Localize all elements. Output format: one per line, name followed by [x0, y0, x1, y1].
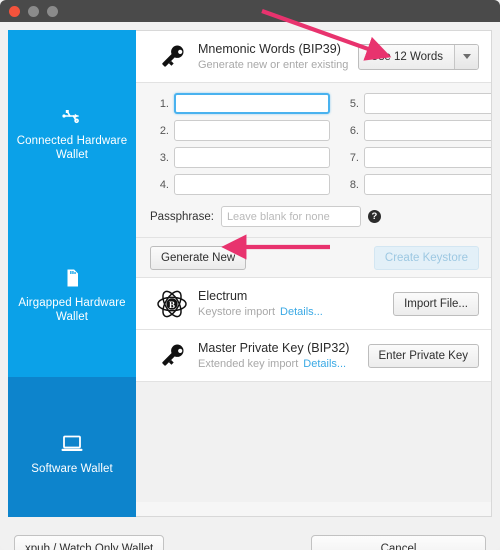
mnemonic-word-input-7[interactable]	[364, 147, 491, 168]
mnemonic-word-number: 8.	[349, 178, 359, 191]
mnemonic-word-number: 6.	[349, 124, 359, 137]
master-key-subtitle: Extended key import	[198, 357, 299, 370]
enter-private-key-button[interactable]: Enter Private Key	[367, 343, 479, 368]
window-body: Connected Hardware Wallet Airgapped Hardw…	[0, 22, 500, 550]
svg-text:B: B	[169, 300, 175, 310]
import-file-button[interactable]: Import File...	[393, 291, 479, 316]
electrum-text: Electrum Keystore import Details...	[194, 288, 393, 320]
master-key-details-link[interactable]: Details...	[303, 358, 346, 370]
sidebar-item-connected-hardware-wallet[interactable]: Connected Hardware Wallet	[8, 104, 136, 184]
mnemonic-word-number: 3.	[159, 151, 169, 164]
mnemonic-header-row: Mnemonic Words (BIP39) Generate new or e…	[136, 31, 491, 83]
word-count-split-button[interactable]: Use 12 Words	[358, 43, 479, 70]
electrum-details-link[interactable]: Details...	[280, 306, 323, 318]
passphrase-label: Passphrase:	[150, 210, 214, 223]
mnemonic-action-bar: Generate New Create Keystore	[136, 238, 491, 278]
mnemonic-word-number: 1.	[159, 97, 169, 110]
electrum-subtitle: Keystore import	[198, 305, 276, 318]
create-keystore-button[interactable]: Create Keystore	[373, 245, 479, 270]
mnemonic-word-number: 5.	[349, 97, 359, 110]
mnemonic-header-text: Mnemonic Words (BIP39) Generate new or e…	[194, 41, 358, 73]
usb-icon	[8, 104, 136, 128]
watch-only-wallet-button[interactable]: xpub / Watch Only Wallet	[14, 534, 165, 550]
sidebar-item-label: Connected Hardware Wallet	[16, 135, 128, 161]
master-key-title: Master Private Key (BIP32)	[198, 340, 350, 355]
sidebar-item-label: Software Wallet	[31, 463, 113, 475]
mnemonic-word-number: 2.	[159, 124, 169, 137]
mnemonic-word-number: 4.	[159, 178, 169, 191]
minimize-window-button[interactable]	[28, 5, 39, 17]
mnemonic-word-input-3[interactable]	[174, 147, 330, 168]
sd-card-icon	[8, 266, 136, 290]
mnemonic-word-number: 7.	[349, 151, 359, 164]
word-count-button[interactable]: Use 12 Words	[359, 45, 454, 69]
mnemonic-word-cell: 5.	[340, 93, 491, 114]
mnemonic-word-input-6[interactable]	[364, 120, 491, 141]
mnemonic-word-cell: 6.	[340, 120, 491, 141]
key-icon	[150, 40, 194, 74]
mnemonic-word-cell: 2.	[150, 120, 330, 141]
close-window-button[interactable]	[9, 5, 20, 17]
passphrase-row: Passphrase: ?	[150, 206, 479, 227]
mnemonic-word-cell: 1.	[150, 93, 330, 114]
mnemonic-word-cell: 4.	[150, 174, 330, 195]
electrum-title: Electrum	[198, 288, 248, 303]
mnemonic-word-input-1[interactable]	[174, 93, 330, 114]
keystore-source-panel: Mnemonic Words (BIP39) Generate new or e…	[136, 30, 492, 517]
chevron-down-icon	[462, 54, 471, 59]
sidebar-item-label: Airgapped Hardware Wallet	[18, 297, 126, 323]
master-private-key-row: Master Private Key (BIP32) Extended key …	[136, 330, 491, 382]
mnemonic-word-input-4[interactable]	[174, 174, 330, 195]
generate-new-button[interactable]: Generate New	[150, 245, 247, 270]
help-icon[interactable]: ?	[367, 210, 381, 223]
mnemonic-word-cell: 7.	[340, 147, 491, 168]
sidebar-item-airgapped-hardware-wallet[interactable]: Airgapped Hardware Wallet	[8, 266, 136, 346]
word-count-dropdown-toggle[interactable]	[454, 44, 478, 69]
app-window: Connected Hardware Wallet Airgapped Hardw…	[0, 0, 500, 550]
wallet-type-sidebar: Connected Hardware Wallet Airgapped Hardw…	[8, 30, 136, 517]
mnemonic-title: Mnemonic Words (BIP39)	[198, 41, 341, 56]
mnemonic-word-grid: 1.5.9.2.6.10.3.7.11.4.8.12.	[150, 93, 491, 195]
mnemonic-subtitle: Generate new or enter existing	[198, 58, 349, 71]
dialog-footer: xpub / Watch Only Wallet Cancel	[0, 525, 500, 550]
master-key-text: Master Private Key (BIP32) Extended key …	[194, 340, 368, 372]
electrum-subtitle-wrap: Keystore import Details...	[198, 305, 393, 320]
atom-bitcoin-icon: B	[150, 287, 194, 321]
window-titlebar	[0, 0, 500, 22]
sidebar-item-software-wallet[interactable]: Software Wallet	[8, 377, 136, 517]
maximize-window-button[interactable]	[47, 5, 58, 17]
cancel-button[interactable]: Cancel	[311, 534, 486, 550]
electrum-row: B Electrum Keystore import Details... Imp…	[136, 278, 491, 330]
mnemonic-word-input-5[interactable]	[364, 93, 491, 114]
mnemonic-words-area: 1.5.9.2.6.10.3.7.11.4.8.12. Passphrase: …	[136, 83, 491, 238]
mnemonic-word-cell: 3.	[150, 147, 330, 168]
panel-empty-space	[136, 382, 491, 502]
mnemonic-word-input-2[interactable]	[174, 120, 330, 141]
mnemonic-word-input-8[interactable]	[364, 174, 491, 195]
passphrase-input[interactable]	[220, 206, 361, 227]
master-key-subtitle-wrap: Extended key import Details...	[198, 357, 368, 372]
key-icon	[150, 339, 194, 373]
laptop-icon	[8, 432, 136, 456]
mnemonic-word-cell: 8.	[340, 174, 491, 195]
